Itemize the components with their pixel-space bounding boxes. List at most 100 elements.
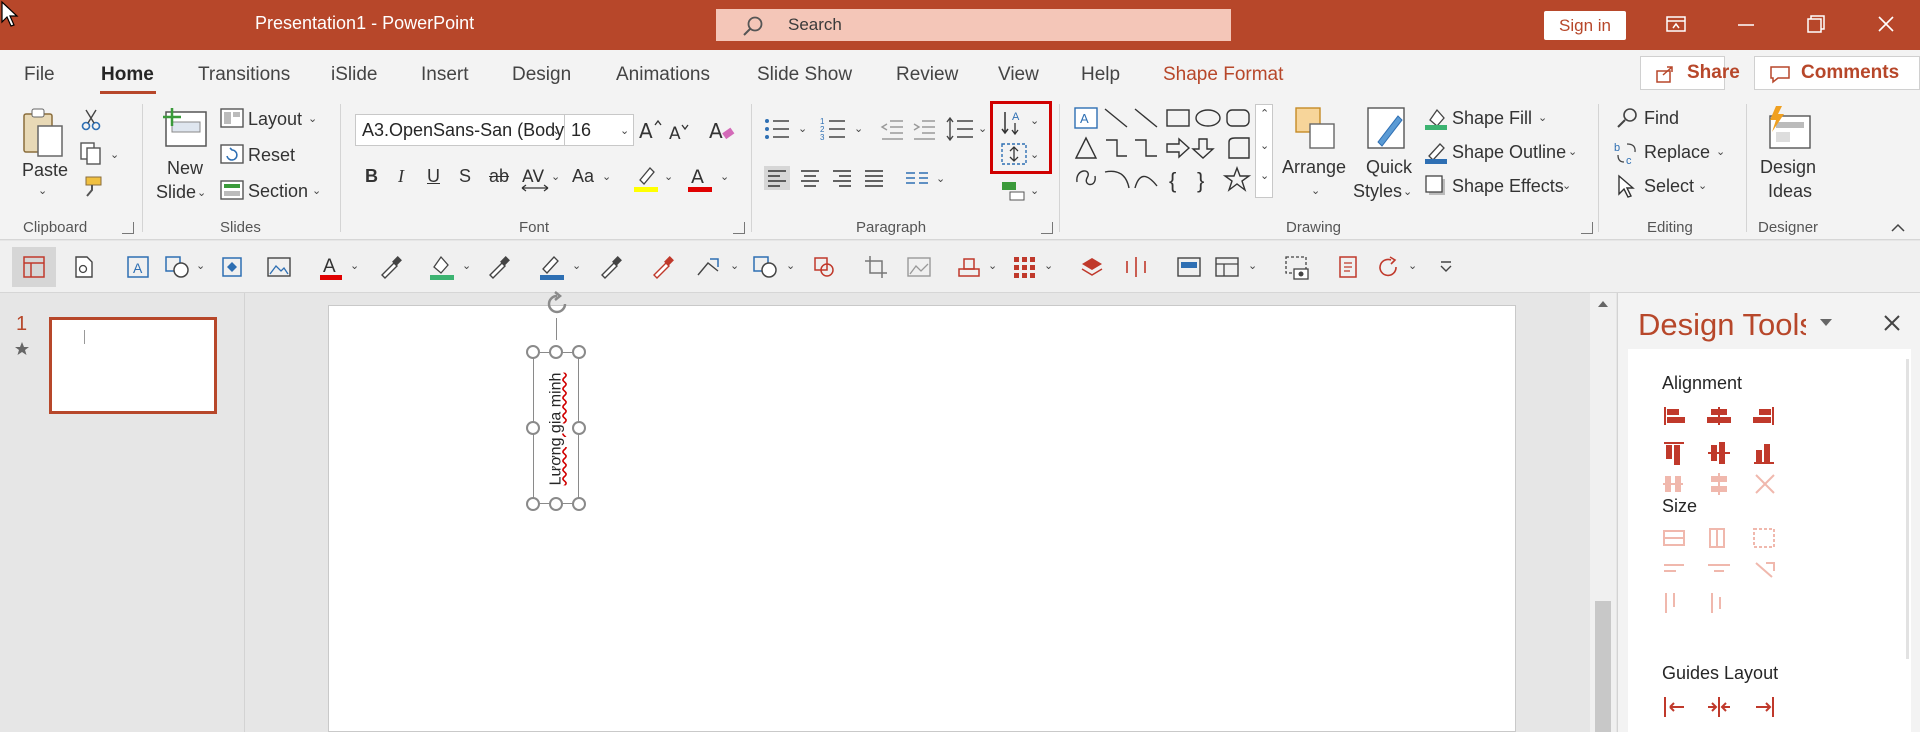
arrange-label[interactable]: Arrange (1282, 157, 1346, 178)
eyedropper-outline-icon[interactable] (598, 255, 622, 279)
bold-button[interactable]: B (365, 166, 378, 187)
screenshot-icon[interactable] (1284, 255, 1310, 281)
numbering-icon[interactable]: 123 (820, 116, 846, 140)
highlight-dropdown-icon[interactable]: ⌄ (664, 170, 673, 183)
tab-help[interactable]: Help (1081, 64, 1120, 86)
shape-effects-icon[interactable] (1424, 174, 1448, 198)
stamp-dropdown-icon[interactable]: ⌄ (988, 259, 997, 272)
customize-toolbar-icon[interactable] (1438, 259, 1454, 275)
select-icon[interactable] (1616, 174, 1638, 200)
cut-icon[interactable] (80, 108, 102, 132)
align-right-icon[interactable] (829, 166, 855, 190)
strikethrough-button[interactable]: ab (489, 166, 509, 187)
line-spacing-icon[interactable] (946, 116, 974, 142)
increase-font-size-icon[interactable]: A (638, 116, 664, 144)
table-panel-icon[interactable] (1214, 255, 1240, 279)
minimize-icon[interactable] (1734, 12, 1758, 36)
new-slide-icon[interactable] (160, 106, 210, 150)
picture-icon[interactable] (266, 255, 292, 279)
shape-effects-label[interactable]: Shape Effects (1452, 176, 1564, 197)
increase-indent-icon[interactable] (912, 118, 936, 140)
paste-label[interactable]: Paste (22, 160, 68, 181)
shapes-gallery-scroll[interactable]: ⌃ ⌄ ⌄ (1255, 104, 1273, 198)
font-family-dropdown-icon[interactable]: ⌄ (552, 124, 561, 137)
justify-icon[interactable] (861, 166, 887, 190)
resize-handle[interactable] (549, 497, 563, 511)
document-search-icon[interactable] (72, 255, 96, 279)
eyedropper-fill-icon[interactable] (486, 255, 510, 279)
merge-shapes-icon[interactable] (752, 255, 778, 279)
quick-styles-label-1[interactable]: Quick (1366, 157, 1412, 178)
bullets-dropdown-icon[interactable]: ⌄ (798, 122, 807, 135)
arrange-icon[interactable] (1294, 106, 1338, 152)
font-launcher-icon[interactable] (733, 222, 745, 234)
arrange-dropdown-icon[interactable]: ⌄ (1311, 184, 1320, 197)
resize-handle[interactable] (526, 497, 540, 511)
stamp-icon[interactable] (956, 255, 982, 279)
character-spacing-icon[interactable]: AV (520, 164, 552, 192)
shape-outline-label[interactable]: Shape Outline (1452, 142, 1566, 163)
format-painter-icon[interactable] (78, 174, 104, 200)
merge-shapes-dropdown-icon[interactable]: ⌄ (786, 259, 795, 272)
tab-design[interactable]: Design (512, 64, 571, 86)
tab-slide-show[interactable]: Slide Show (757, 64, 852, 86)
shapes-gallery[interactable]: A { } (1073, 106, 1263, 196)
section-dropdown-icon[interactable]: ⌄ (312, 184, 321, 197)
clipboard-launcher-icon[interactable] (122, 222, 134, 234)
restore-icon[interactable] (1804, 12, 1828, 36)
textbox-text[interactable]: Lương gia minh (547, 373, 565, 486)
font-color-icon[interactable]: A (686, 164, 714, 194)
copy-dropdown-icon[interactable]: ⌄ (110, 148, 119, 161)
font-color-dropdown-icon[interactable]: ⌄ (720, 170, 729, 183)
find-icon[interactable] (1616, 106, 1640, 130)
replace-dropdown-icon[interactable]: ⌄ (1716, 145, 1725, 158)
insert-shape-dropdown-icon[interactable]: ⌄ (196, 259, 205, 272)
character-spacing-dropdown-icon[interactable]: ⌄ (551, 170, 560, 183)
picture-crop-icon[interactable] (906, 255, 932, 279)
refresh-icon[interactable] (1376, 255, 1400, 279)
new-slide-label-2[interactable]: Slide (156, 182, 196, 203)
insert-shape-icon[interactable] (164, 255, 190, 279)
outline-color-icon[interactable] (538, 253, 566, 281)
numbering-dropdown-icon[interactable]: ⌄ (854, 122, 863, 135)
paragraph-launcher-icon[interactable] (1041, 222, 1053, 234)
resize-handle[interactable] (572, 421, 586, 435)
fill-color-dropdown-icon[interactable]: ⌄ (462, 259, 471, 272)
columns-icon[interactable] (904, 170, 930, 188)
distribute-icon[interactable] (1124, 255, 1148, 279)
sign-in-button[interactable]: Sign in (1544, 11, 1626, 40)
guides-layout-tools[interactable] (1662, 695, 1792, 721)
size-tools[interactable] (1662, 527, 1792, 617)
vertical-scrollbar[interactable] (1590, 293, 1616, 732)
quick-styles-label-2[interactable]: Styles (1353, 181, 1402, 202)
layout-label[interactable]: Layout (248, 109, 302, 130)
collapse-ribbon-icon[interactable] (1890, 222, 1906, 234)
matrix-dropdown-icon[interactable]: ⌄ (1044, 259, 1053, 272)
underline-button[interactable]: U (427, 166, 440, 187)
shape-outline-icon[interactable] (1424, 140, 1448, 164)
quick-styles-dropdown-icon[interactable]: ⌄ (1403, 185, 1412, 198)
window-panel-icon[interactable] (1176, 255, 1202, 279)
layers-icon[interactable] (1080, 255, 1104, 279)
pane-scrollbar[interactable] (1906, 359, 1909, 659)
replace-label[interactable]: Replace (1644, 142, 1710, 163)
section-icon[interactable] (220, 180, 244, 200)
shape-combine-icon[interactable] (812, 255, 836, 279)
resize-handle[interactable] (526, 345, 540, 359)
reset-label[interactable]: Reset (248, 145, 295, 166)
change-case-button[interactable]: Aa (572, 166, 594, 187)
notes-icon[interactable] (1336, 255, 1360, 279)
replace-icon[interactable]: bc (1614, 140, 1640, 166)
tab-review[interactable]: Review (896, 64, 958, 86)
line-spacing-dropdown-icon[interactable]: ⌄ (978, 122, 987, 135)
bullets-icon[interactable] (764, 118, 790, 140)
textbox-icon[interactable]: A (126, 255, 150, 279)
select-dropdown-icon[interactable]: ⌄ (1698, 179, 1707, 192)
fill-color-icon[interactable] (428, 253, 456, 281)
design-ideas-icon[interactable] (1764, 104, 1814, 154)
table-panel-dropdown-icon[interactable]: ⌄ (1248, 259, 1257, 272)
font-family-select[interactable]: A3.OpenSans-San (Body) (355, 114, 565, 146)
new-slide-dropdown-icon[interactable]: ⌄ (197, 186, 206, 199)
section-label[interactable]: Section (248, 181, 308, 202)
tab-shape-format[interactable]: Shape Format (1163, 64, 1283, 86)
